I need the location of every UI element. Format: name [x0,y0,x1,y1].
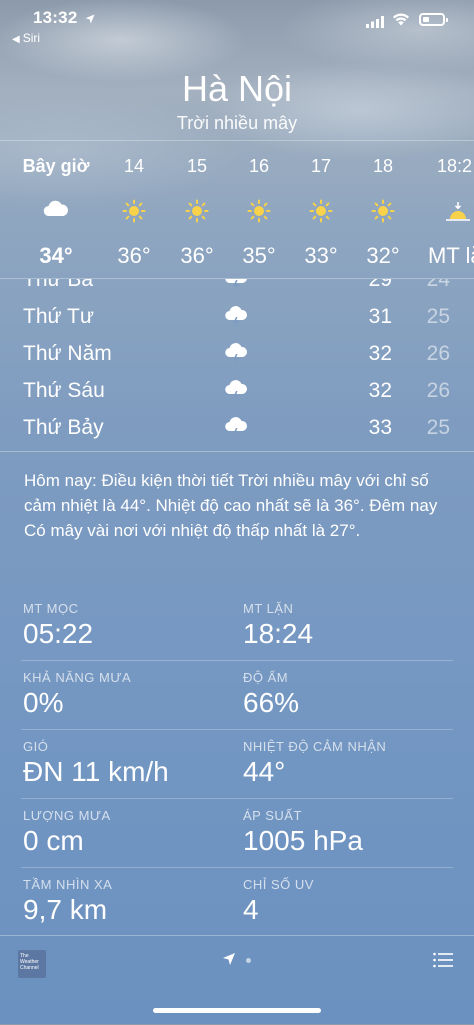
location-arrow-icon [85,11,95,29]
day-name: Thứ Bảy [23,416,104,439]
detail-row: MT MỌC 05:22 MT LẶN 18:24 [21,592,453,660]
hour-label: 18 [372,156,394,176]
daily-forecast[interactable]: Thứ Ba 29 24 Thứ Tư 31 25 Thứ Năm 32 26 … [0,278,474,451]
daily-row: Thứ Năm 32 26 [0,337,474,373]
day-name: Thứ Ba [23,278,94,291]
day-name: Thứ Sáu [23,379,105,402]
detail-label: GIÓ [23,739,49,754]
sun-icon [343,199,423,223]
thunderstorm-icon [224,416,248,445]
hour-temp: MT lặ [428,243,474,268]
detail-value: 0% [23,687,64,718]
detail-value: 66% [243,687,300,718]
current-location-icon[interactable] [222,952,236,971]
daily-row: Thứ Ba 29 24 [0,278,474,299]
detail-value: 05:22 [23,618,94,649]
day-high: 29 [368,278,392,291]
hour-temp: 32° [366,243,400,268]
daily-row: Thứ Tư 31 25 [0,300,474,336]
list-icon[interactable] [433,952,453,973]
back-chevron-icon: ◀ [12,34,20,45]
hourly-forecast[interactable]: Bây giờ 34° 14 36° 15 36° 16 35° 17 33° … [0,140,474,279]
battery-icon [419,13,448,26]
day-low: 24 [426,278,450,291]
home-indicator[interactable] [153,1008,321,1013]
back-to-siri-link[interactable]: ◀ Siri [12,31,40,45]
detail-value: 18:24 [243,618,314,649]
day-low: 26 [426,342,450,365]
detail-label: LƯỢNG MƯA [23,808,111,823]
today-summary: Hôm nay: Điều kiện thời tiết Trời nhiều … [0,451,474,591]
day-low: 25 [426,416,450,439]
detail-row: GIÓ ĐN 11 km/h NHIỆT ĐỘ CẢM NHẬN 44° [21,729,453,798]
day-name: Thứ Năm [23,342,112,365]
detail-row: KHẢ NĂNG MƯA 0% ĐỘ ẨM 66% [21,660,453,729]
status-time: 13:32 [33,8,78,27]
day-high: 32 [368,342,392,365]
detail-value: 4 [243,894,259,925]
back-label: Siri [22,31,41,45]
daily-row: Thứ Bảy 33 25 [0,411,474,447]
detail-label: MT LẶN [243,601,294,616]
detail-label: NHIỆT ĐỘ CẢM NHẬN [243,739,387,754]
hour-label: Bây giờ [22,156,90,176]
wifi-icon [392,12,410,31]
thunderstorm-icon [224,379,248,408]
detail-label: ĐỘ ẨM [243,670,289,685]
detail-value: 0 cm [23,825,84,856]
detail-label: KHẢ NĂNG MƯA [23,670,132,685]
sunset-icon [445,199,474,223]
detail-row: LƯỢNG MƯA 0 cm ÁP SUẤT 1005 hPa [21,798,453,867]
day-high: 32 [368,379,392,402]
detail-value: ĐN 11 km/h [23,756,169,787]
daily-row: Thứ Sáu 32 26 [0,374,474,410]
day-low: 26 [426,379,450,402]
day-low: 25 [426,305,450,328]
detail-value: 9,7 km [23,894,108,925]
detail-row: TẦM NHÌN XA 9,7 km CHỈ SỐ UV 4 [21,867,453,936]
day-high: 31 [368,305,392,328]
detail-label: CHỈ SỐ UV [243,877,314,892]
day-name: Thứ Tư [23,305,94,328]
hour-temp: 34° [39,243,73,268]
thunderstorm-icon [224,305,248,334]
day-high: 33 [368,416,392,439]
page-indicator-dot[interactable] [246,958,251,963]
current-condition: Trời nhiều mây [176,113,298,133]
city-name: Hà Nội [181,68,293,109]
weather-details: MT MỌC 05:22 MT LẶN 18:24 KHẢ NĂNG MƯA 0… [0,592,474,936]
detail-value: 44° [243,756,286,787]
thunderstorm-icon [224,342,248,371]
cellular-signal-icon [366,15,384,33]
detail-label: TẦM NHÌN XA [23,877,113,892]
weather-channel-logo[interactable]: The Weather Channel [18,950,46,978]
detail-label: ÁP SUẤT [243,808,302,823]
hour-label: 18:2 [437,156,473,176]
cloud-icon [16,199,96,217]
status-bar: 13:32 ◀ Siri [0,0,474,50]
thunderstorm-icon [224,279,248,297]
detail-label: MT MỌC [23,601,79,616]
detail-value: 1005 hPa [243,825,363,856]
